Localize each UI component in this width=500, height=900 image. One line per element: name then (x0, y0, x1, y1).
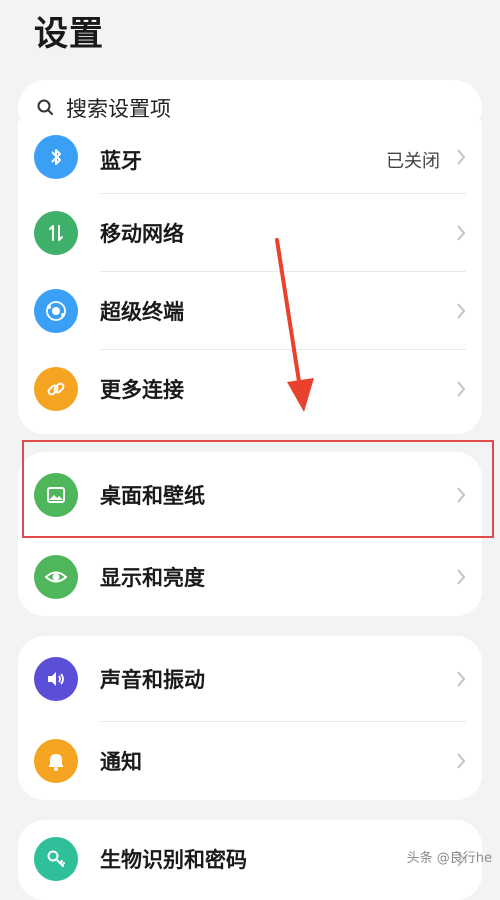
chevron-right-icon (457, 671, 466, 687)
eye-icon (34, 555, 78, 599)
settings-row-mobile-network[interactable]: 移动网络 (18, 194, 482, 272)
mobile-data-icon (34, 211, 78, 255)
settings-row-label: 蓝牙 (100, 149, 142, 173)
settings-row-label: 通知 (100, 750, 142, 774)
settings-row-super-device[interactable]: 超级终端 (18, 272, 482, 350)
settings-row-label: 显示和亮度 (100, 566, 205, 590)
search-placeholder: 搜索设置项 (66, 97, 171, 121)
settings-row-display-brightness[interactable]: 显示和亮度 (18, 538, 482, 616)
speaker-icon (34, 657, 78, 701)
chevron-right-icon (457, 225, 466, 241)
connectivity-card: 蓝牙 已关闭 移动网络 超级终端 更多连接 (18, 121, 482, 434)
chevron-right-icon (457, 753, 466, 769)
link-icon (34, 367, 78, 411)
watermark: 头条 @良行he (406, 851, 492, 866)
settings-row-label: 移动网络 (100, 222, 184, 246)
page-title: 设置 (34, 14, 104, 54)
chevron-right-icon (457, 381, 466, 397)
bluetooth-icon (34, 135, 78, 179)
search-icon (37, 99, 53, 115)
sound-card: 声音和振动 通知 (18, 636, 482, 800)
chevron-right-icon (457, 303, 466, 319)
settings-row-bluetooth[interactable]: 蓝牙 已关闭 (18, 121, 482, 194)
settings-row-more-connections[interactable]: 更多连接 (18, 350, 482, 428)
settings-row-label: 生物识别和密码 (100, 848, 247, 872)
settings-row-label: 超级终端 (100, 300, 184, 324)
settings-row-notifications[interactable]: 通知 (18, 722, 482, 800)
bell-icon (34, 739, 78, 783)
chevron-right-icon (457, 569, 466, 585)
key-icon (34, 837, 78, 881)
settings-row-sound-vibration[interactable]: 声音和振动 (18, 636, 482, 722)
highlight-box (22, 440, 494, 538)
chevron-right-icon (457, 149, 466, 165)
super-device-icon (34, 289, 78, 333)
bluetooth-status: 已关闭 (386, 151, 440, 172)
settings-row-label: 声音和振动 (100, 668, 205, 692)
settings-row-label: 更多连接 (100, 378, 184, 402)
